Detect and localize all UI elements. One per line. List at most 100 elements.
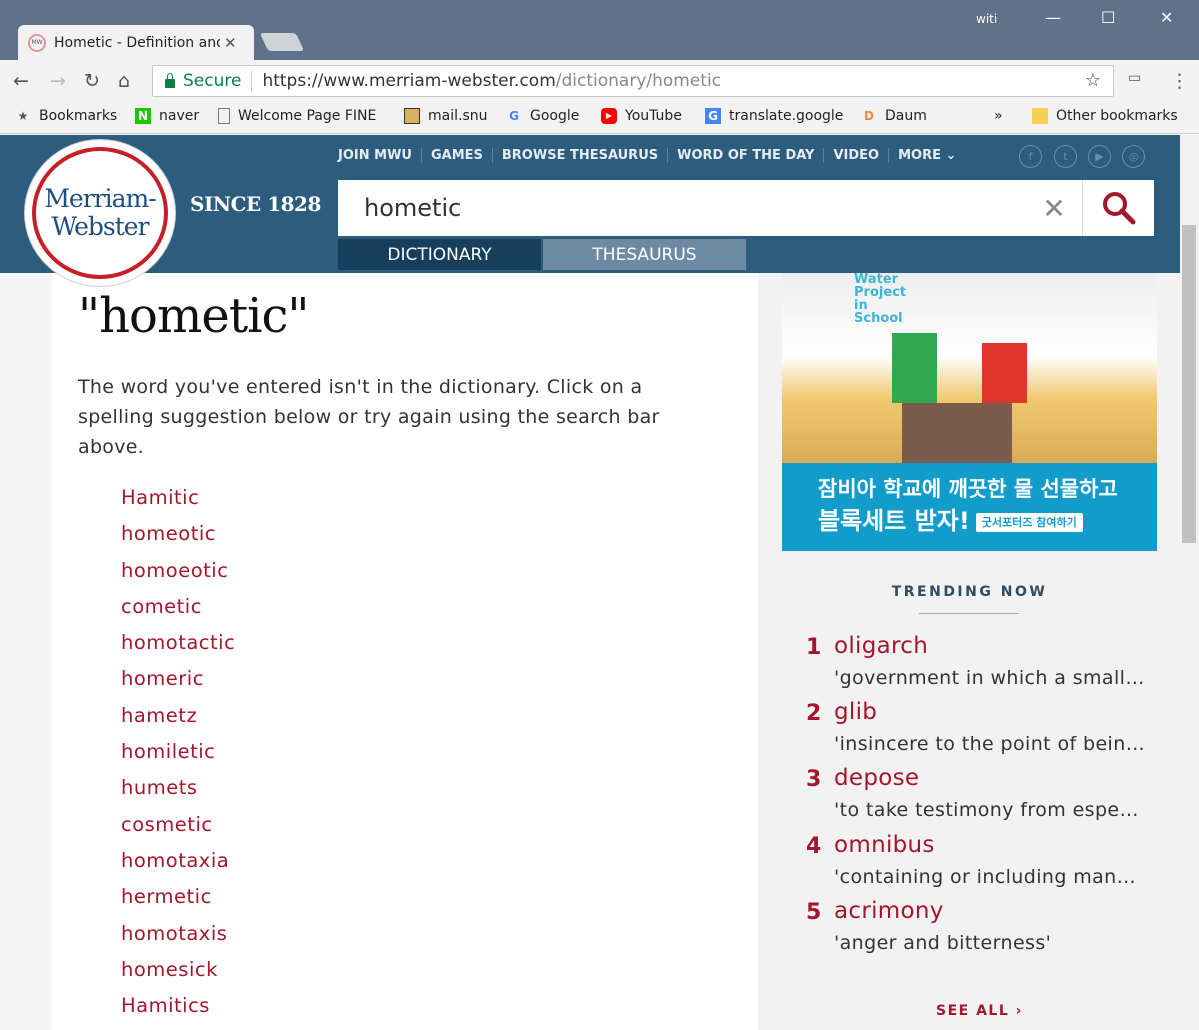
suggestion-link[interactable]: Hamitics: [121, 994, 235, 1030]
address-bar[interactable]: Secure https://www.merriam-webster.com/d…: [152, 65, 1114, 97]
menu-icon[interactable]: ⋮: [1170, 70, 1189, 92]
clear-search-icon[interactable]: ✕: [1026, 192, 1082, 225]
ad-bench: [902, 403, 1012, 463]
home-icon[interactable]: ⌂: [118, 70, 130, 92]
close-window-icon[interactable]: ✕: [1160, 8, 1173, 27]
ad-logo: Water Project in School: [854, 272, 907, 326]
suggestion-link[interactable]: hermetic: [121, 885, 235, 921]
trending-rank: 3: [806, 767, 822, 792]
bookmark-translate[interactable]: Gtranslate.google: [705, 108, 843, 124]
lock-icon: [165, 72, 175, 88]
suggestion-link[interactable]: homeotic: [121, 522, 235, 558]
bookmark-other[interactable]: Other bookmarks: [1032, 108, 1178, 124]
bookmark-label: translate.google: [729, 108, 844, 124]
bookmarks-overflow[interactable]: »: [994, 108, 1003, 124]
facebook-icon[interactable]: f: [1019, 145, 1042, 168]
trending-word[interactable]: acrimony: [834, 898, 944, 924]
close-tab-icon[interactable]: ✕: [224, 34, 237, 52]
bookmark-daum[interactable]: D Daum: [861, 108, 927, 124]
suggestion-link[interactable]: hametz: [121, 704, 235, 740]
nav-browse-thesaurus[interactable]: BROWSE THESAURUS: [491, 148, 667, 163]
see-all-link[interactable]: SEE ALL ›: [936, 1003, 1023, 1019]
logo-line1: Merriam-: [44, 184, 156, 213]
tab-dictionary[interactable]: DICTIONARY: [338, 239, 541, 270]
page-icon: [218, 108, 230, 124]
bookmarks-bar: ★ Bookmarks Nnaver Welcome Page FINE mail…: [0, 102, 1199, 134]
trending-rank: 5: [806, 900, 822, 925]
trending-rank: 2: [806, 701, 822, 726]
ad-figure-green: [892, 333, 937, 403]
bookmark-label: Daum: [885, 108, 927, 124]
maximize-icon[interactable]: ☐: [1101, 8, 1115, 27]
extension-icon[interactable]: ▭: [1128, 70, 1141, 86]
tab-title: Hometic - Definition and: [54, 34, 220, 51]
trending-word[interactable]: oligarch: [834, 633, 928, 659]
secure-label: Secure: [183, 71, 253, 91]
suggestion-link[interactable]: cosmetic: [121, 813, 235, 849]
suggestion-link[interactable]: homoeotic: [121, 559, 235, 595]
url-text[interactable]: https://www.merriam-webster.com/dictiona…: [252, 71, 721, 91]
nav-games[interactable]: GAMES: [420, 148, 492, 163]
since-1828: SINCE 1828: [190, 192, 321, 216]
suggestion-link[interactable]: homeric: [121, 667, 235, 703]
translate-icon: G: [705, 108, 721, 124]
ad-cta-button[interactable]: 굿서포터즈 참여하기: [975, 513, 1083, 532]
trending-definition: 'government in which a small group exerc…: [834, 667, 1146, 689]
search-bar: hometic ✕: [338, 180, 1154, 236]
daum-icon: D: [864, 109, 874, 123]
trending-rank: 1: [806, 635, 822, 660]
page-title: "hometic": [78, 288, 309, 344]
nav-join-mwu[interactable]: JOIN MWU: [338, 148, 421, 163]
nav-more[interactable]: MORE ⌄: [888, 148, 965, 163]
twitter-icon[interactable]: t: [1054, 145, 1077, 168]
minimize-icon[interactable]: —: [1045, 8, 1061, 27]
logo-line2: Webster: [51, 212, 149, 241]
bookmark-label: mail.snu: [428, 108, 488, 124]
search-button[interactable]: [1082, 180, 1154, 236]
bookmark-welcome[interactable]: Welcome Page FINE: [218, 108, 376, 124]
window-titlebar: MW Hometic - Definition and ✕ witi — ☐ ✕: [0, 0, 1199, 60]
trending-word[interactable]: glib: [834, 699, 877, 725]
forward-icon[interactable]: →: [50, 70, 66, 92]
trending-definition: 'insincere to the point of being deceitf…: [834, 733, 1146, 755]
suggestion-link[interactable]: homotaxia: [121, 849, 235, 885]
bookmark-bookmarks[interactable]: ★ Bookmarks: [15, 108, 118, 124]
new-tab-button[interactable]: [259, 33, 305, 51]
nav-word-of-the-day[interactable]: WORD OF THE DAY: [667, 148, 823, 163]
suggestion-link[interactable]: homotactic: [121, 631, 235, 667]
bookmark-google[interactable]: G Google: [506, 108, 579, 124]
bookmark-star-icon[interactable]: ☆: [1085, 70, 1101, 91]
suggestion-link[interactable]: homesick: [121, 958, 235, 994]
tab-thesaurus[interactable]: THESAURUS: [543, 239, 746, 270]
back-icon[interactable]: ←: [13, 70, 29, 92]
scrollbar-thumb[interactable]: [1182, 225, 1196, 543]
advertisement[interactable]: Water Project in School 잠비아 학교에 깨끗한 물 선물…: [782, 273, 1157, 551]
suggestion-link[interactable]: homotaxis: [121, 922, 235, 958]
search-icon: [1102, 192, 1135, 225]
url-host: https://www.merriam-webster.com: [262, 71, 556, 91]
browser-tab[interactable]: MW Hometic - Definition and ✕: [18, 25, 254, 60]
trending-word[interactable]: omnibus: [834, 832, 935, 858]
trending-word[interactable]: depose: [834, 765, 919, 791]
suggestion-link[interactable]: cometic: [121, 595, 235, 631]
image-icon: [404, 108, 420, 124]
mw-logo[interactable]: Merriam- Webster: [25, 140, 175, 286]
trending-definition: 'to take testimony from especially by de…: [834, 799, 1146, 821]
bookmark-mail-snu[interactable]: mail.snu: [404, 108, 488, 124]
search-input[interactable]: hometic: [364, 194, 1026, 222]
reload-icon[interactable]: ↻: [84, 70, 100, 92]
instagram-icon[interactable]: ◎: [1122, 145, 1145, 168]
nav-video[interactable]: VIDEO: [823, 148, 888, 163]
bookmark-naver[interactable]: Nnaver: [135, 108, 199, 124]
ad-figure-red: [982, 343, 1027, 403]
suggestion-link[interactable]: humets: [121, 776, 235, 812]
trending-definition: 'anger and bitterness': [834, 932, 1052, 954]
bookmark-youtube[interactable]: ▶ YouTube: [601, 108, 682, 124]
youtube-social-icon[interactable]: ▶: [1088, 145, 1111, 168]
suggestion-link[interactable]: homiletic: [121, 740, 235, 776]
spelling-suggestions: Hamitic homeotic homoeotic cometic homot…: [121, 486, 235, 1030]
profile-name[interactable]: witi: [976, 12, 997, 26]
trending-heading: TRENDING NOW: [891, 584, 1048, 600]
bookmark-label: Welcome Page FINE: [238, 108, 376, 124]
suggestion-link[interactable]: Hamitic: [121, 486, 235, 522]
